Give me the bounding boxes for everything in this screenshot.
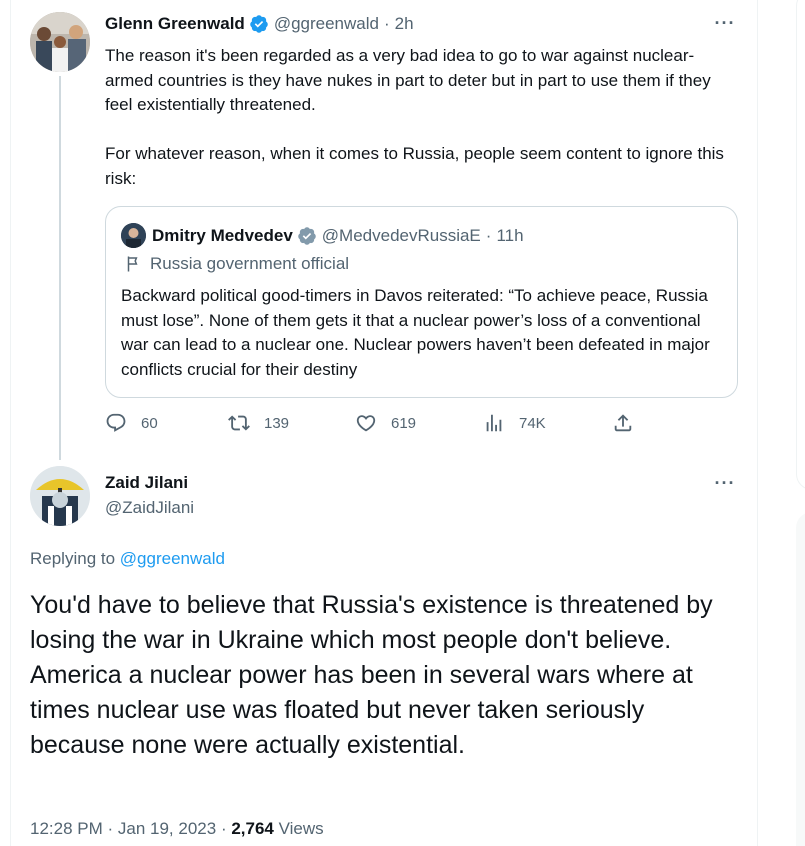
- replying-to: Replying to @ggreenwald: [30, 549, 225, 569]
- quoted-tweet-time: 11h: [496, 225, 524, 245]
- tweet-paragraph: The reason it's been regarded as a very …: [105, 46, 711, 114]
- reply-icon: [106, 413, 126, 432]
- share-icon: [614, 414, 632, 432]
- reply-metadata: 12:28 PM · Jan 19, 2023 · 2,764 Views: [30, 819, 324, 839]
- avatar-photo: [30, 466, 90, 526]
- share-button[interactable]: [612, 412, 648, 434]
- author-handle[interactable]: @ggreenwald: [274, 14, 379, 34]
- avatar-photo: [30, 12, 90, 72]
- views-button[interactable]: 74K: [483, 412, 546, 434]
- reply-author-handle[interactable]: @ZaidJilani: [105, 498, 194, 518]
- reply-date[interactable]: Jan 19, 2023: [118, 819, 216, 838]
- tweet-time[interactable]: 2h: [395, 14, 414, 34]
- reply-views-label: Views: [278, 819, 324, 838]
- quoted-tweet-header: Dmitry Medvedev @MedvedevRussiaE · 11h: [121, 223, 524, 248]
- tweet-paragraph: For whatever reason, when it comes to Ru…: [105, 144, 724, 188]
- reply-views-count: 2,764: [231, 819, 274, 838]
- reply-button[interactable]: 60: [105, 412, 158, 434]
- government-label[interactable]: Russia government official: [124, 254, 349, 274]
- replying-prefix: Replying to: [30, 549, 116, 568]
- reply-author-name[interactable]: Zaid Jilani: [105, 473, 188, 493]
- quoted-tweet[interactable]: Dmitry Medvedev @MedvedevRussiaE · 11h R…: [105, 206, 738, 398]
- retweet-icon: [228, 415, 250, 431]
- more-icon[interactable]: ···: [713, 14, 737, 36]
- like-button[interactable]: 619: [355, 412, 416, 434]
- retweet-button[interactable]: 139: [228, 412, 289, 434]
- views-icon: [486, 414, 502, 432]
- like-count: 619: [391, 414, 417, 432]
- author-name[interactable]: Glenn Greenwald: [105, 14, 245, 34]
- views-count: 74K: [519, 414, 546, 432]
- avatar-glenn-greenwald[interactable]: [30, 12, 90, 72]
- like-icon: [356, 415, 376, 432]
- replying-to-mention[interactable]: @ggreenwald: [120, 549, 225, 568]
- verified-badge-icon[interactable]: [249, 14, 269, 34]
- reply-count: 60: [141, 414, 158, 432]
- government-label-text: Russia government official: [150, 254, 350, 273]
- separator-dot: ·: [220, 819, 232, 838]
- avatar-zaid-jilani[interactable]: [30, 466, 90, 526]
- verified-badge-icon: [298, 226, 316, 245]
- tweet-actions: 60 139 619 74K: [105, 412, 645, 442]
- quoted-tweet-text: Backward political good-timers in Davos …: [121, 286, 710, 379]
- tweet-text: The reason it's been regarded as a very …: [105, 44, 735, 216]
- quoted-author-name: Dmitry Medvedev: [152, 225, 293, 245]
- more-icon[interactable]: ···: [713, 474, 737, 496]
- quoted-author-handle: @MedvedevRussiaE: [321, 225, 481, 245]
- reply-time[interactable]: 12:28 PM: [30, 819, 103, 838]
- retweet-count: 139: [264, 414, 290, 432]
- thread-connector-line: [59, 76, 61, 460]
- separator-dot: ·: [383, 14, 390, 33]
- sidebar-card: [796, 0, 805, 490]
- separator-dot: ·: [485, 225, 492, 245]
- reply-text: You'd have to believe that Russia's exis…: [30, 591, 713, 759]
- quoted-avatar: [121, 223, 146, 248]
- flag-icon: [127, 256, 138, 272]
- separator-dot: ·: [107, 819, 118, 838]
- sidebar-panel: [796, 512, 805, 846]
- tweet-header: Glenn Greenwald @ggreenwald · 2h: [105, 14, 414, 34]
